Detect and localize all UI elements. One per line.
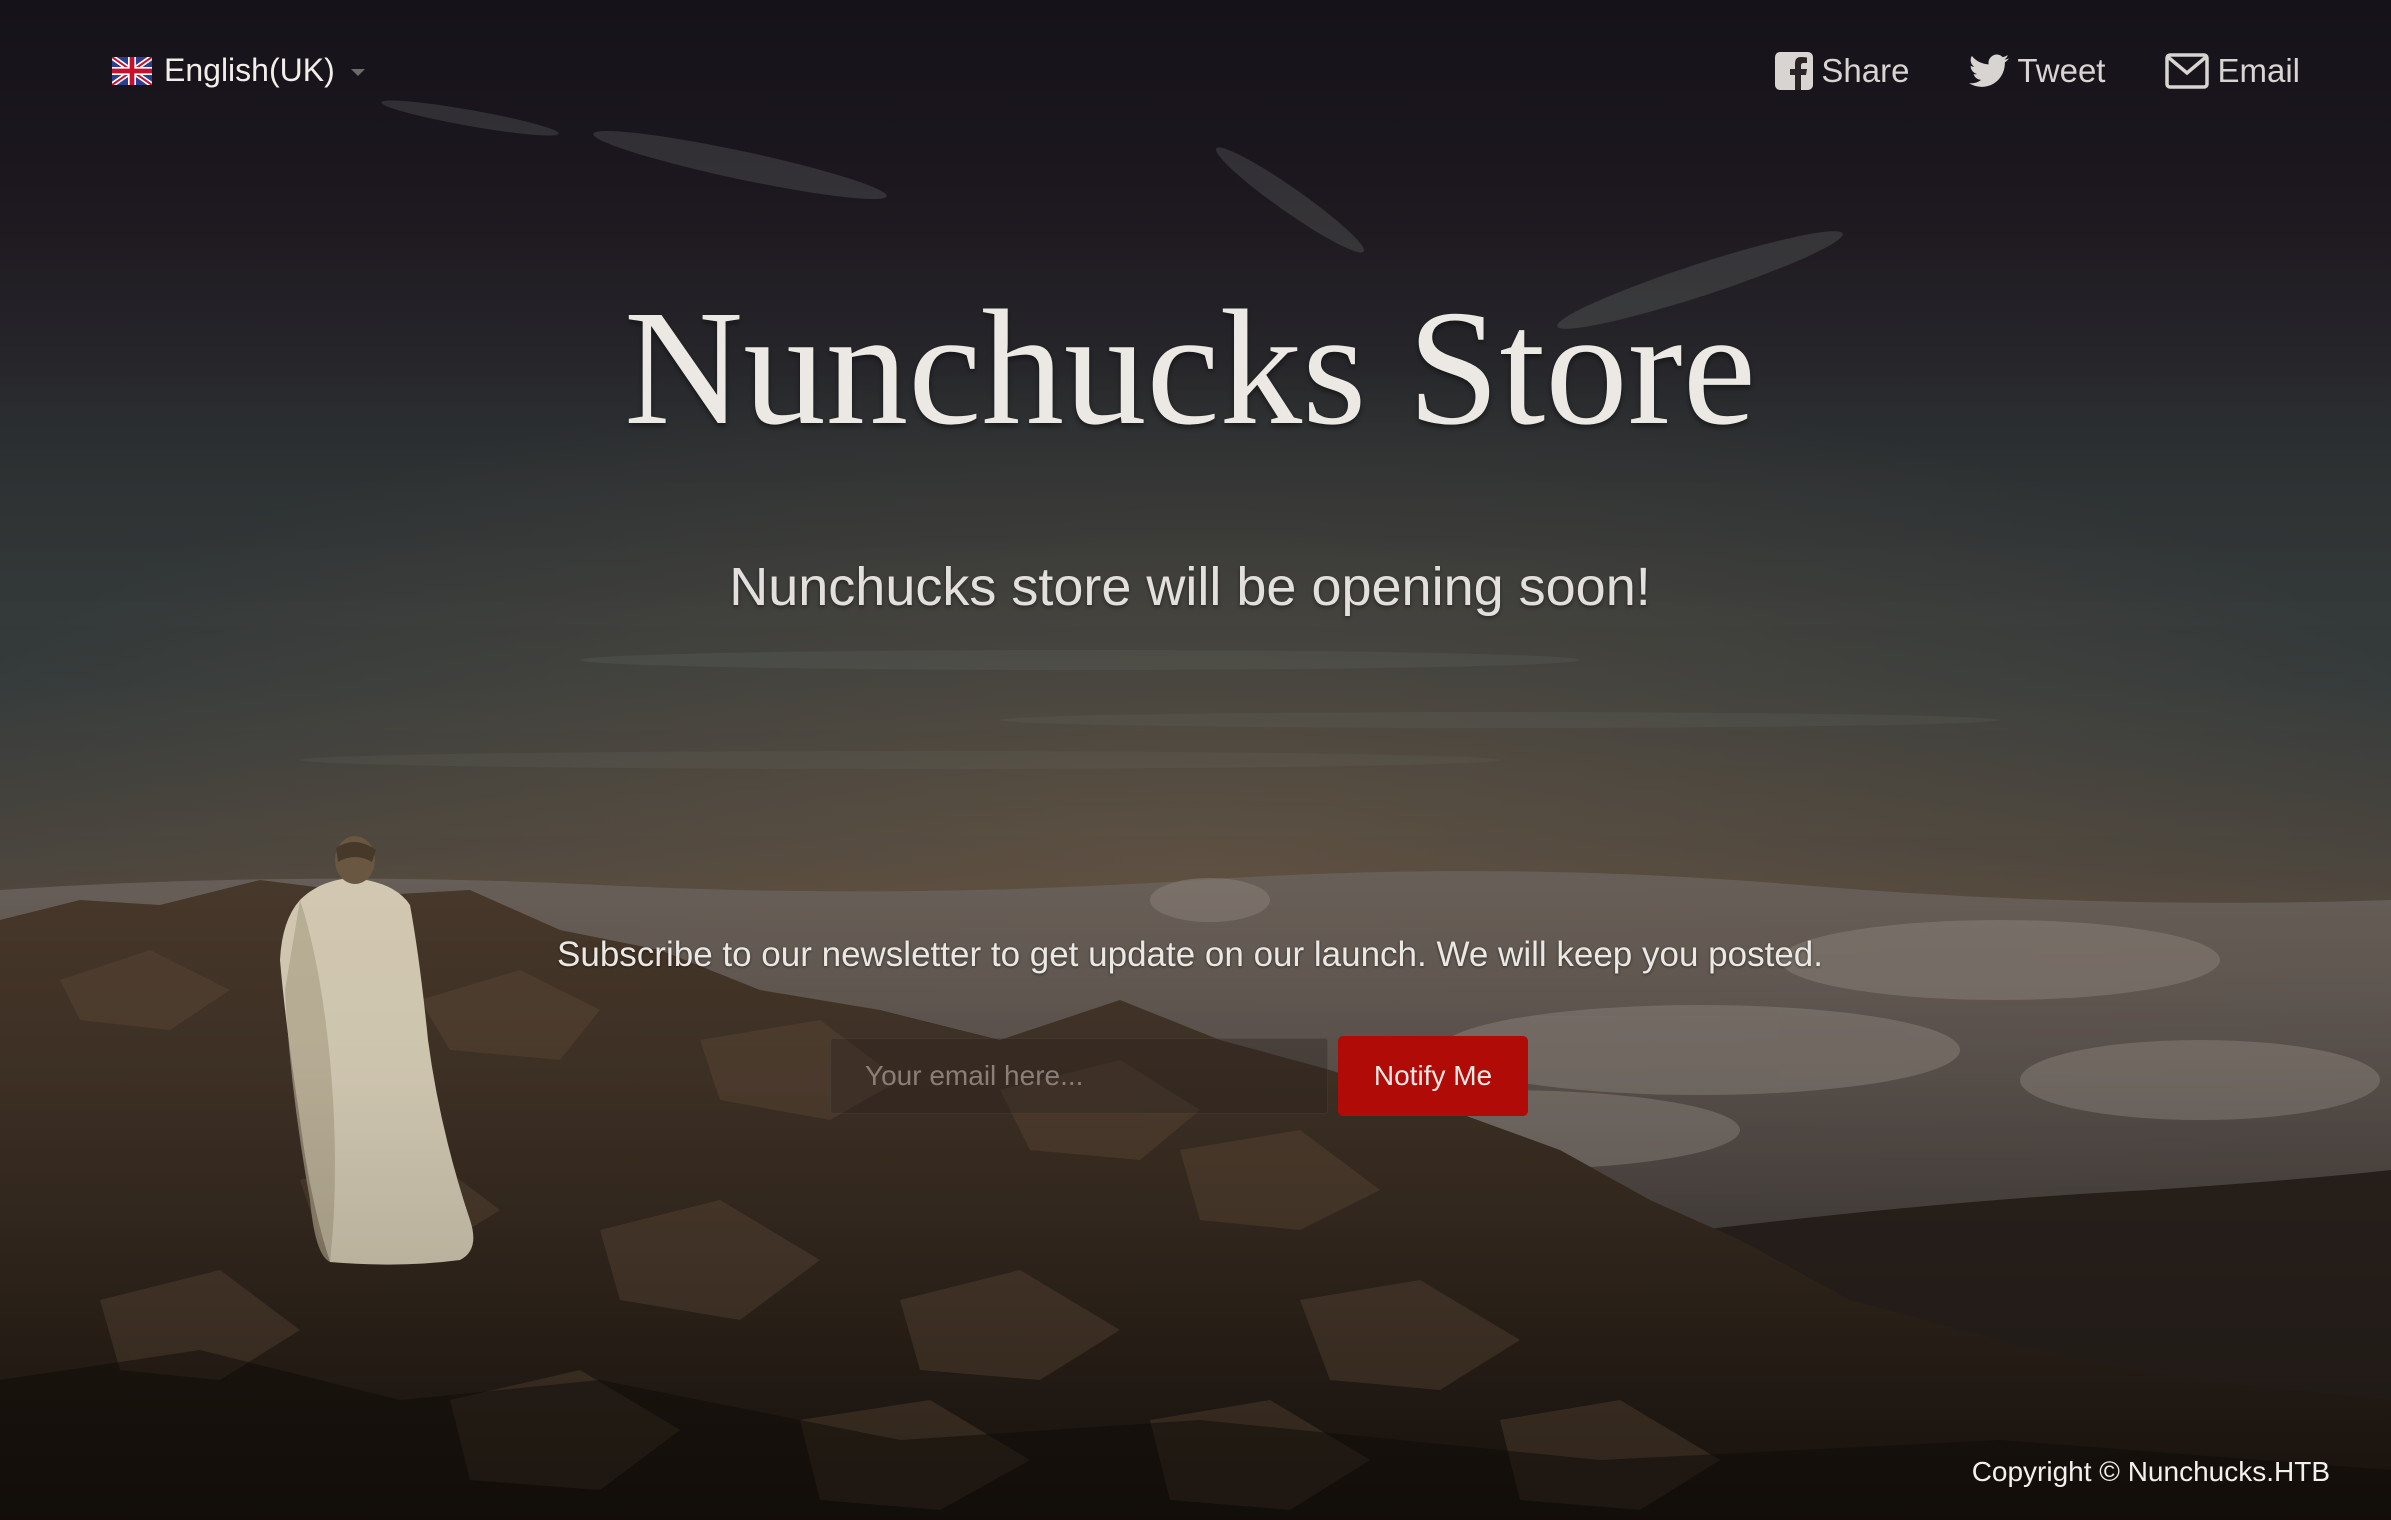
twitter-share-link[interactable]: Tweet	[1969, 52, 2105, 90]
email-label: Email	[2217, 52, 2300, 89]
language-selector[interactable]: English(UK)	[112, 52, 365, 89]
share-links: Share Tweet Email	[1775, 52, 2300, 90]
newsletter-description: Subscribe to our newsletter to get updat…	[557, 935, 1823, 974]
email-input[interactable]	[830, 1038, 1328, 1114]
share-label: Share	[1821, 52, 1910, 89]
envelope-icon	[2165, 53, 2210, 89]
uk-flag-icon	[112, 56, 152, 85]
tweet-label: Tweet	[2017, 52, 2106, 89]
page-subtitle: Nunchucks store will be opening soon!	[729, 557, 1651, 617]
facebook-icon	[1775, 52, 1814, 90]
page-title: Nunchucks Store	[624, 276, 1756, 459]
twitter-icon	[1969, 54, 2010, 87]
background-overlay	[0, 0, 2391, 1520]
language-label: English(UK)	[164, 52, 335, 88]
newsletter-form: Notify Me	[830, 1036, 1528, 1116]
copyright-text: Copyright © Nunchucks.HTB	[1971, 1456, 2330, 1487]
notify-me-button[interactable]: Notify Me	[1338, 1036, 1528, 1116]
landing-page: English(UK) Share Tweet Email Nunchucks …	[0, 0, 2391, 1520]
chevron-down-icon	[350, 69, 365, 76]
email-share-link[interactable]: Email	[2165, 52, 2300, 90]
facebook-share-link[interactable]: Share	[1775, 52, 1909, 90]
